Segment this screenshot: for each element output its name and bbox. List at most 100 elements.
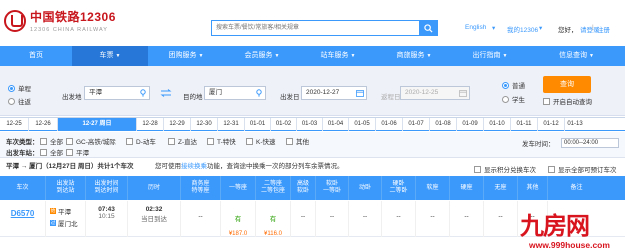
route-summary: 平潭 → 厦门（12月27日 周日）共计1个车次 — [6, 163, 134, 170]
date-tab[interactable]: 01-10 — [484, 118, 511, 131]
depart-date-label: 出发日 — [280, 94, 300, 101]
duration-note: 当日到达 — [141, 216, 167, 223]
filter-other-checkbox[interactable]: 其他 — [286, 136, 309, 146]
first-class-cell[interactable]: 有 ¥187.0 — [221, 201, 256, 237]
nav-tickets[interactable]: 车票 ▼ — [72, 46, 148, 66]
passenger-normal-radio[interactable]: 普通 — [502, 80, 525, 90]
filter-z-checkbox[interactable]: Z-直达 — [168, 136, 197, 146]
date-tab[interactable]: 12-28 — [137, 118, 164, 131]
top-header: 中国铁路12306 12306 CHINA RAILWAY English ▾ … — [0, 0, 625, 46]
site-search — [211, 20, 438, 36]
nav-home[interactable]: 首页 — [0, 46, 72, 66]
search-button[interactable] — [419, 21, 437, 35]
site-logo[interactable]: 中国铁路12306 12306 CHINA RAILWAY — [4, 8, 116, 33]
filter-station-all-checkbox[interactable]: 全部 — [40, 147, 63, 157]
checkbox-icon — [66, 137, 73, 145]
chevron-down-icon: ▼ — [115, 53, 121, 59]
date-tab[interactable]: 01-06 — [376, 118, 403, 131]
link-divider: | — [592, 24, 594, 31]
trip-single-radio[interactable]: 单程 — [8, 83, 31, 93]
to-station[interactable]: 厦门北 — [58, 218, 78, 228]
checkbox-icon — [548, 165, 555, 173]
to-station-input[interactable]: 厦门 — [204, 86, 266, 100]
language-link[interactable]: English — [465, 24, 486, 31]
date-tab[interactable]: 12-25 — [0, 118, 29, 131]
chevron-down-icon: ▼ — [589, 53, 594, 59]
depart-time-label: 发车时间： — [522, 141, 555, 148]
nav-info-query[interactable]: 信息查询 ▼ — [528, 46, 625, 66]
query-button[interactable]: 查询 — [543, 76, 591, 93]
passenger-student-radio[interactable]: 学生 — [502, 94, 525, 104]
date-tab[interactable]: 01-09 — [457, 118, 484, 131]
nav-member-service[interactable]: 会员服务 ▼ — [224, 46, 300, 66]
date-tab[interactable]: 12-26 — [29, 118, 58, 131]
empty-cell: -- — [316, 201, 349, 237]
my12306-link[interactable]: 我的12306 — [507, 24, 538, 34]
date-tab[interactable]: 01-05 — [349, 118, 376, 131]
filter-station-checkbox[interactable]: 平潭 — [66, 147, 89, 157]
date-tab[interactable]: 12-31 — [218, 118, 245, 131]
auto-query-checkbox[interactable]: 开启自动查询 — [543, 96, 592, 106]
date-tab[interactable]: 01-08 — [430, 118, 457, 131]
trip-round-radio[interactable]: 往返 — [8, 96, 31, 106]
from-station[interactable]: 平潭 — [58, 206, 71, 216]
watermark: 九房网 www.999house.com — [520, 206, 625, 252]
nav-travel-guide[interactable]: 出行指南 ▼ — [452, 46, 528, 66]
date-tab[interactable]: 12-29 — [164, 118, 191, 131]
train-type-label: 车次类型： — [6, 139, 39, 146]
show-all-checkbox[interactable]: 显示全部可预订车次 — [548, 164, 617, 174]
date-tab[interactable]: 01-12 — [538, 118, 565, 131]
swap-stations-icon[interactable] — [160, 89, 172, 97]
stations-cell: 始平潭 过厦门北 — [46, 201, 86, 237]
date-tab[interactable]: 01-02 — [271, 118, 297, 131]
train-no-cell: D6570 — [0, 201, 46, 237]
nav-station-service[interactable]: 站车服务 ▼ — [300, 46, 376, 66]
col-d-sleeper: 动卧 — [349, 176, 382, 200]
col-times[interactable]: 出发时间 到达时间 — [86, 176, 128, 200]
railway-logo-icon — [4, 9, 26, 32]
depart-time-select[interactable]: 00:00--24:00 — [561, 138, 619, 148]
search-input[interactable] — [212, 21, 417, 35]
chevron-down-icon: ▾ — [492, 25, 496, 32]
logo-title: 中国铁路12306 — [30, 10, 116, 24]
empty-cell: -- — [382, 201, 416, 237]
location-pin-icon — [140, 89, 146, 97]
col-train-no[interactable]: 车次 — [0, 176, 46, 200]
empty-cell: -- — [416, 201, 450, 237]
col-duration[interactable]: 历时 — [128, 176, 181, 200]
filter-all-checkbox[interactable]: 全部 — [40, 136, 63, 146]
filter-t-checkbox[interactable]: T-特快 — [207, 136, 236, 146]
date-tab[interactable]: 01-04 — [323, 118, 349, 131]
checkbox-icon — [40, 148, 47, 156]
date-tab-selected[interactable]: 12-27 周日 — [58, 118, 137, 131]
date-tab[interactable]: 01-11 — [511, 118, 538, 131]
empty-cell: -- — [291, 201, 316, 237]
return-date-input[interactable]: 2020-12-25 — [400, 86, 470, 100]
depart-time: 07:43 — [98, 206, 115, 213]
col-soft-seat: 软座 — [416, 176, 450, 200]
train-no-link[interactable]: D6570 — [11, 209, 35, 218]
second-availability: 有 — [269, 216, 277, 223]
date-tab[interactable]: 01-01 — [245, 118, 271, 131]
filter-d-checkbox[interactable]: D-动车 — [126, 136, 156, 146]
depart-date-input[interactable]: 2020-12-27 — [301, 86, 367, 100]
register-link[interactable]: 注册 — [597, 24, 610, 34]
date-tab[interactable]: 01-13 — [565, 118, 585, 131]
first-availability: 有 — [234, 216, 242, 223]
date-tab[interactable]: 12-30 — [191, 118, 218, 131]
from-station-input[interactable]: 平潭 — [84, 86, 150, 100]
nav-group-service[interactable]: 团购服务 ▼ — [148, 46, 224, 66]
date-tab[interactable]: 01-07 — [403, 118, 430, 131]
filter-k-checkbox[interactable]: K-快速 — [246, 136, 276, 146]
filter-gc-checkbox[interactable]: GC-高铁/城际 — [66, 136, 116, 146]
calendar-icon — [356, 90, 364, 97]
col-stations[interactable]: 出发站 到达站 — [46, 176, 86, 200]
radio-checked-icon — [502, 81, 509, 89]
date-tabs: 12-25 12-26 12-27 周日 12-28 12-29 12-30 1… — [0, 117, 625, 131]
date-tab[interactable]: 01-03 — [297, 118, 323, 131]
second-price: ¥116.0 — [264, 231, 282, 237]
transfer-link[interactable]: 接续换乘 — [181, 163, 207, 170]
second-class-cell[interactable]: 有 ¥116.0 — [256, 201, 291, 237]
nav-business-service[interactable]: 商旅服务 ▼ — [376, 46, 452, 66]
show-points-checkbox[interactable]: 显示积分兑换车次 — [474, 164, 536, 174]
